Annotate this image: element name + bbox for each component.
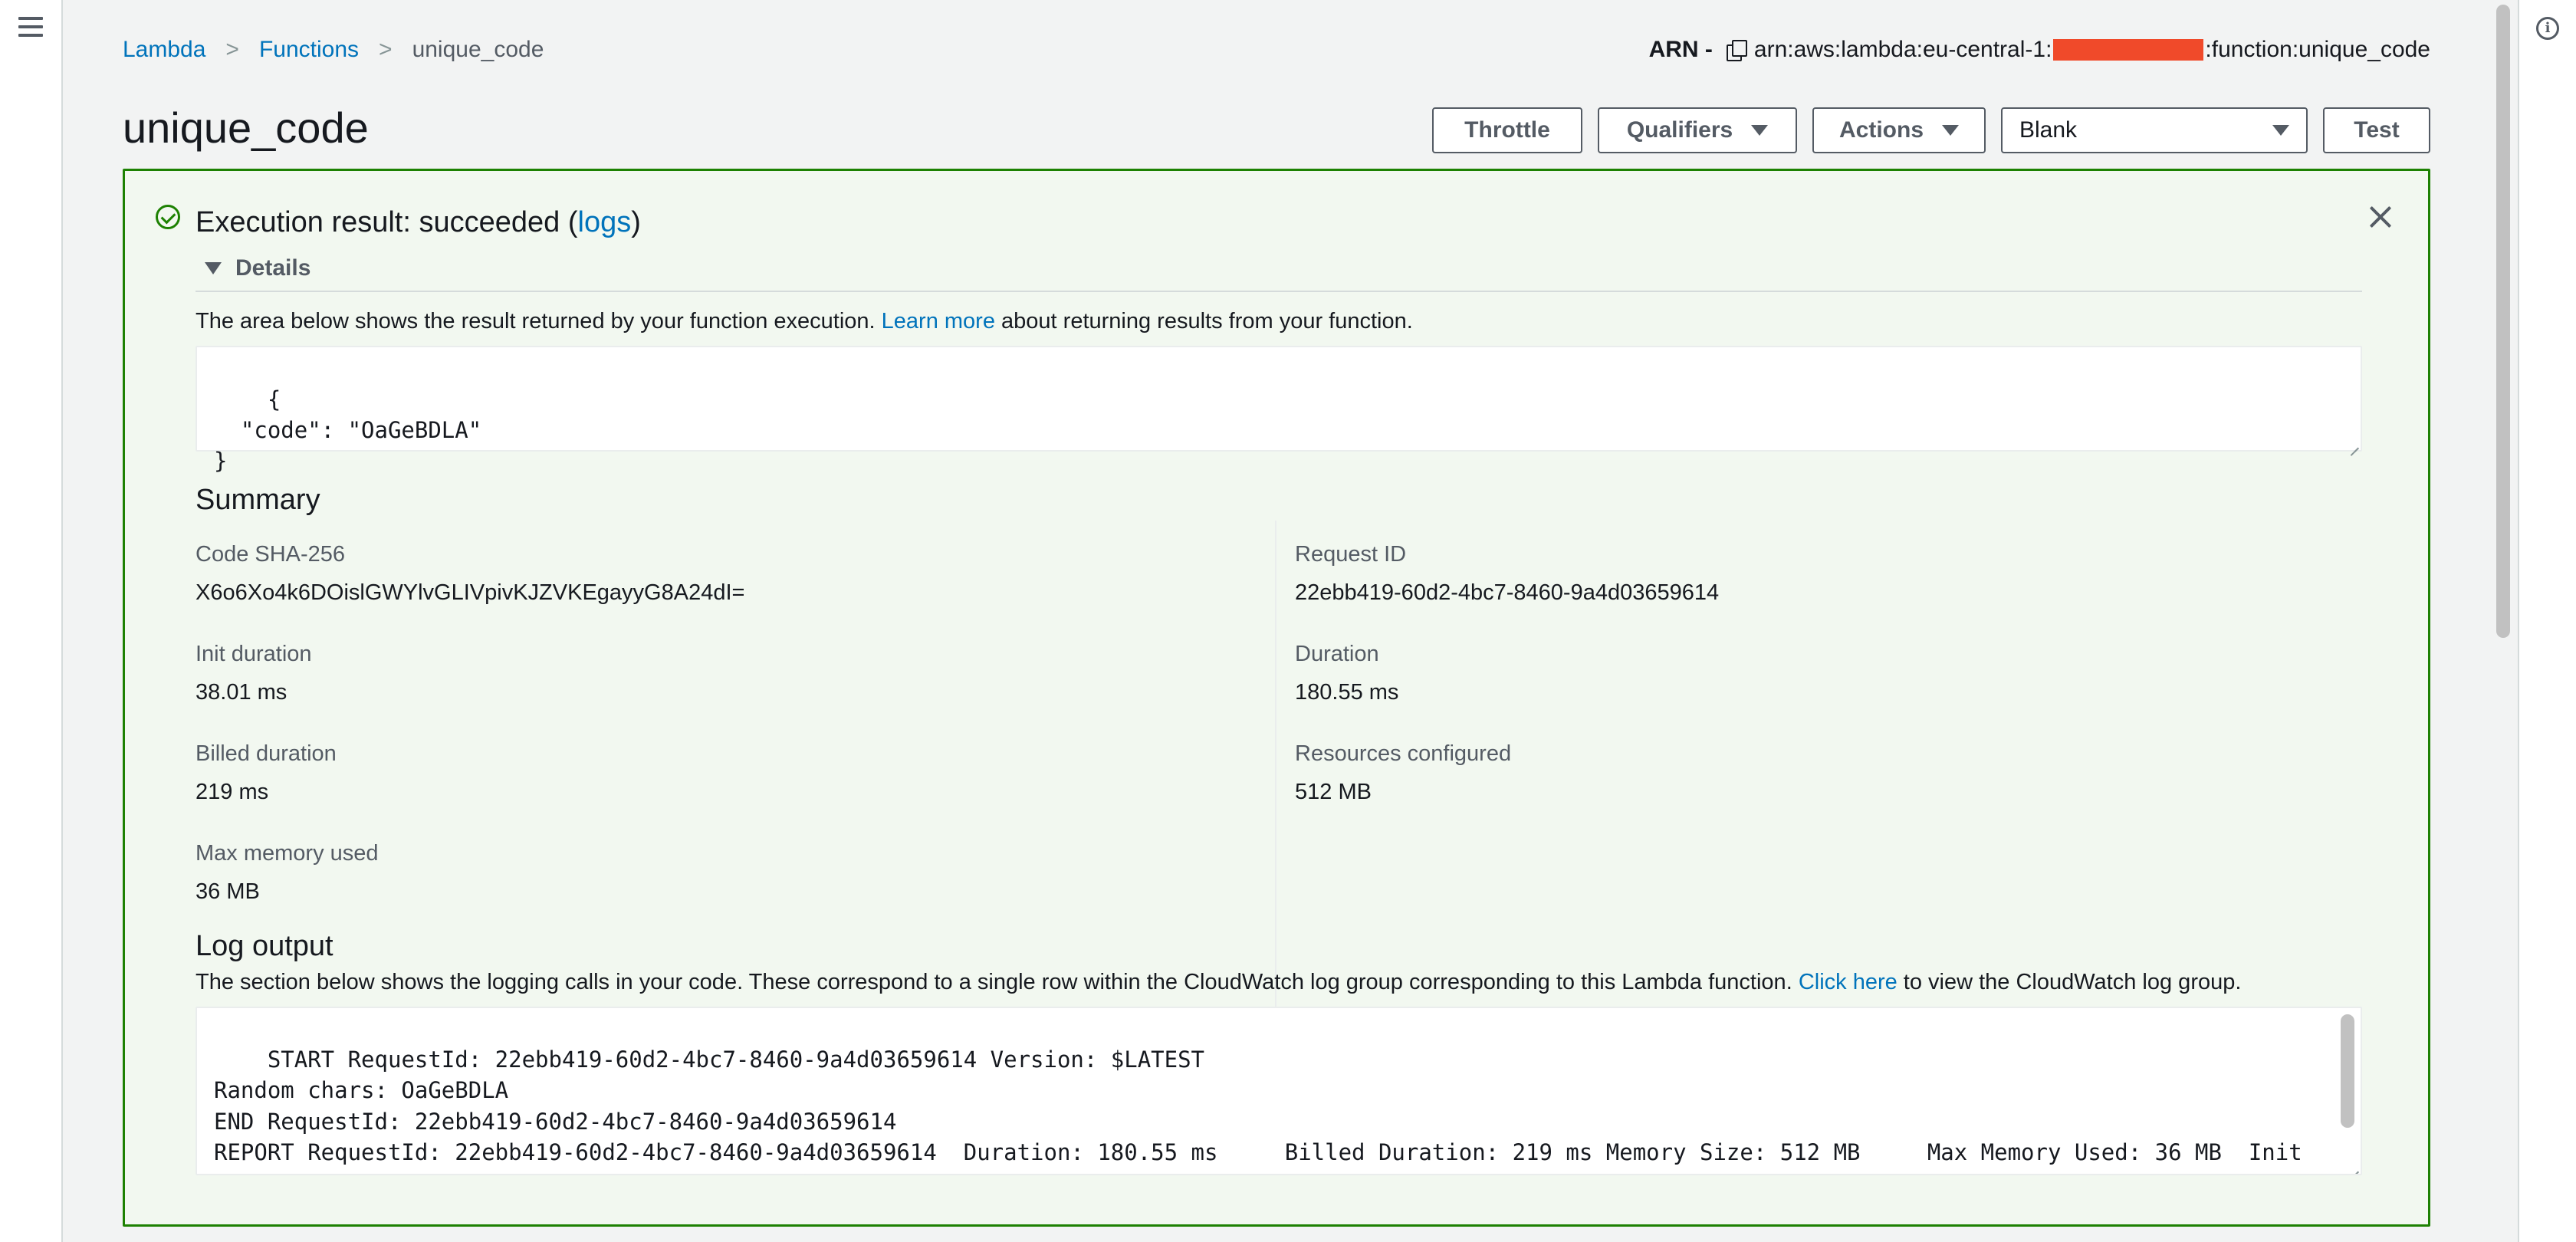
summary-label: Max memory used xyxy=(196,841,379,866)
result-output-text: { "code": "OaGeBDLA" } xyxy=(214,386,482,474)
breadcrumb-separator-icon: > xyxy=(225,37,239,62)
summary-label: Init duration xyxy=(196,642,312,666)
summary-value: X6o6Xo4k6DOislGWYlvGLIVpivKJZVKEgayyG8A2… xyxy=(196,580,745,605)
breadcrumb-separator-icon: > xyxy=(379,37,393,62)
summary-heading: Summary xyxy=(196,484,320,516)
result-title-close-paren: ) xyxy=(631,206,641,238)
caret-down-icon xyxy=(205,262,222,274)
breadcrumb-lambda[interactable]: Lambda xyxy=(123,37,205,63)
qualifiers-dropdown[interactable]: Qualifiers xyxy=(1598,107,1797,153)
summary-value: 22ebb419-60d2-4bc7-8460-9a4d03659614 xyxy=(1295,580,1720,605)
log-output-heading: Log output xyxy=(196,930,334,962)
info-icon[interactable]: i xyxy=(2536,17,2559,40)
divider xyxy=(1275,521,1276,1089)
page-title: unique_code xyxy=(123,104,369,152)
throttle-button[interactable]: Throttle xyxy=(1432,107,1582,153)
summary-item-request-id: Request ID 22ebb419-60d2-4bc7-8460-9a4d0… xyxy=(1295,539,2322,639)
test-button[interactable]: Test xyxy=(2323,107,2430,153)
caret-down-icon xyxy=(1751,125,1769,136)
summary-value: 38.01 ms xyxy=(196,680,288,705)
click-here-link[interactable]: Click here xyxy=(1799,970,1898,994)
summary-item-code-sha: Code SHA-256 X6o6Xo4k6DOislGWYlvGLIVpivK… xyxy=(196,539,1223,639)
execution-result-panel: Execution result: succeeded (logs) Detai… xyxy=(123,169,2430,1227)
result-description-text: The area below shows the result returned… xyxy=(196,309,882,334)
result-description: The area below shows the result returned… xyxy=(196,309,1413,334)
summary-label: Resources configured xyxy=(1295,741,1512,766)
function-toolbar: Throttle Qualifiers Actions Blank Test xyxy=(1432,107,2430,153)
summary-item-max-memory: Max memory used 36 MB xyxy=(196,838,1223,938)
log-description-text-end: to view the CloudWatch log group. xyxy=(1897,970,2242,994)
result-description-text-end: about returning results from your functi… xyxy=(994,309,1413,334)
close-icon[interactable] xyxy=(2367,203,2394,231)
summary-label: Billed duration xyxy=(196,741,337,766)
log-description-text: The section below shows the logging call… xyxy=(196,970,1799,994)
right-help-rail: i xyxy=(2518,0,2576,1242)
redacted-account-id xyxy=(2053,39,2204,61)
caret-down-icon xyxy=(2272,125,2289,136)
result-title-text: Execution result: succeeded ( xyxy=(196,206,578,238)
hamburger-menu-icon[interactable] xyxy=(18,17,43,38)
summary-label: Duration xyxy=(1295,642,1379,666)
arn-prefix: arn:aws:lambda:eu-central-1: xyxy=(1753,37,2052,62)
logs-link[interactable]: logs xyxy=(578,206,632,238)
breadcrumb-current: unique_code xyxy=(412,37,544,62)
copy-icon[interactable] xyxy=(1726,40,1747,61)
execution-result-title: Execution result: succeeded (logs) xyxy=(196,206,641,239)
page-scrollbar-thumb[interactable] xyxy=(2496,5,2510,638)
summary-item-duration: Duration 180.55 ms xyxy=(1295,639,2322,738)
caret-down-icon xyxy=(1942,125,1960,136)
actions-label: Actions xyxy=(1839,117,1924,143)
summary-left-column: Code SHA-256 X6o6Xo4k6DOislGWYlvGLIVpivK… xyxy=(196,539,1223,938)
log-scrollbar-thumb[interactable] xyxy=(2341,1014,2354,1128)
details-label: Details xyxy=(235,255,311,281)
resize-handle-icon[interactable] xyxy=(2348,1162,2359,1172)
summary-value: 36 MB xyxy=(196,879,260,904)
summary-value: 512 MB xyxy=(1295,780,1372,804)
left-nav-rail xyxy=(0,0,63,1242)
summary-item-billed-duration: Billed duration 219 ms xyxy=(196,738,1223,838)
test-button-label: Test xyxy=(2354,117,2400,143)
log-description: The section below shows the logging call… xyxy=(196,970,2241,995)
summary-item-init-duration: Init duration 38.01 ms xyxy=(196,639,1223,738)
summary-label: Request ID xyxy=(1295,542,1407,567)
learn-more-link[interactable]: Learn more xyxy=(882,309,995,334)
throttle-button-label: Throttle xyxy=(1464,117,1550,143)
test-event-selected: Blank xyxy=(2019,117,2078,143)
breadcrumb: Lambda > Functions > unique_code xyxy=(123,37,544,63)
divider xyxy=(196,291,2362,292)
actions-dropdown[interactable]: Actions xyxy=(1812,107,1986,153)
resize-handle-icon[interactable] xyxy=(2348,438,2359,449)
arn-suffix: :function:unique_code xyxy=(2205,37,2430,62)
summary-item-resources-configured: Resources configured 512 MB xyxy=(1295,738,2322,838)
success-check-icon xyxy=(156,205,180,229)
details-toggle[interactable]: Details xyxy=(205,255,310,281)
summary-value: 219 ms xyxy=(196,780,269,804)
summary-label: Code SHA-256 xyxy=(196,542,346,567)
log-output-textarea[interactable]: START RequestId: 22ebb419-60d2-4bc7-8460… xyxy=(196,1007,2362,1175)
arn-label: ARN - xyxy=(1648,37,1713,62)
summary-right-column: Request ID 22ebb419-60d2-4bc7-8460-9a4d0… xyxy=(1295,539,2322,838)
qualifiers-label: Qualifiers xyxy=(1626,117,1733,143)
result-output-textarea[interactable]: { "code": "OaGeBDLA" } xyxy=(196,346,2362,474)
breadcrumb-functions[interactable]: Functions xyxy=(259,37,359,63)
log-output-text: START RequestId: 22ebb419-60d2-4bc7-8460… xyxy=(214,1046,2302,1175)
function-arn: ARN - arn:aws:lambda:eu-central-1: :func… xyxy=(1649,37,2430,63)
summary-value: 180.55 ms xyxy=(1295,680,1399,705)
test-event-select[interactable]: Blank xyxy=(2001,107,2308,153)
